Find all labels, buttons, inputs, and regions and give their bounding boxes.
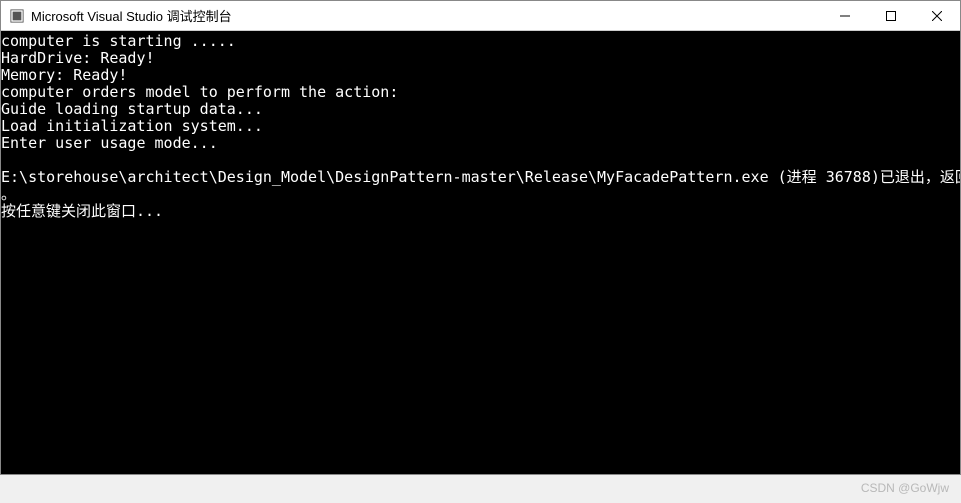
console-line: 按任意键关闭此窗口... — [1, 203, 960, 220]
console-output[interactable]: computer is starting .....HardDrive: Rea… — [1, 31, 960, 474]
window-controls — [822, 1, 960, 30]
console-line: Enter user usage mode... — [1, 135, 960, 152]
watermark: CSDN @GoWjw — [861, 481, 949, 495]
console-line: HardDrive: Ready! — [1, 50, 960, 67]
maximize-button[interactable] — [868, 1, 914, 31]
console-line: E:\storehouse\architect\Design_Model\Des… — [1, 169, 960, 186]
close-button[interactable] — [914, 1, 960, 31]
console-line: computer is starting ..... — [1, 33, 960, 50]
window-title: Microsoft Visual Studio 调试控制台 — [31, 6, 822, 25]
console-line: Memory: Ready! — [1, 67, 960, 84]
console-line — [1, 152, 960, 169]
titlebar[interactable]: Microsoft Visual Studio 调试控制台 — [1, 1, 960, 31]
console-line: computer orders model to perform the act… — [1, 84, 960, 101]
console-line: Load initialization system... — [1, 118, 960, 135]
console-line: 。 — [1, 186, 960, 203]
console-window: Microsoft Visual Studio 调试控制台 computer i… — [0, 0, 961, 475]
console-line: Guide loading startup data... — [1, 101, 960, 118]
app-icon — [9, 8, 25, 24]
minimize-button[interactable] — [822, 1, 868, 31]
